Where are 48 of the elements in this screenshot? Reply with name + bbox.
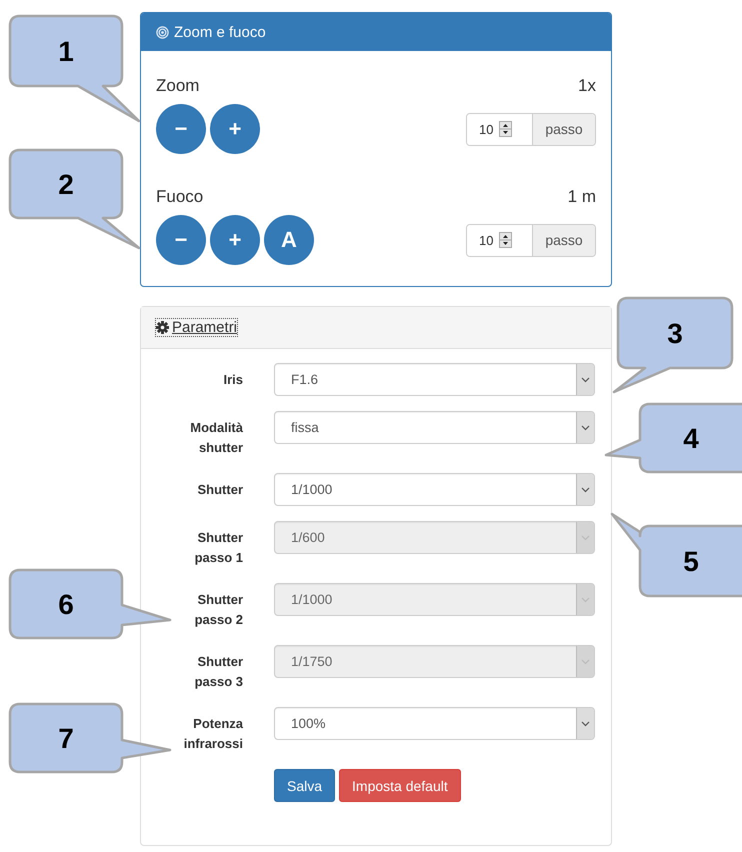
callout-number: 5 [683, 546, 699, 577]
control-reading: 1x [578, 75, 596, 97]
control-label: Fuoco [156, 186, 204, 208]
reset-button[interactable]: Imposta default [339, 769, 461, 802]
round-button[interactable]: + [210, 104, 260, 154]
dropdown[interactable]: 1/1000 [274, 473, 595, 506]
round-button[interactable]: − [156, 215, 206, 265]
control-label: Zoom [156, 75, 200, 97]
dropdown[interactable]: 100% [274, 707, 595, 740]
round-button[interactable]: A [264, 215, 314, 265]
field-label: Iris [222, 371, 243, 389]
chevron-down-icon [581, 596, 590, 602]
chevron-down-icon [581, 658, 590, 664]
step-input[interactable]: 10 passo [466, 224, 596, 256]
dropdown[interactable]: fissa [274, 411, 595, 444]
control-reading: 1 m [568, 186, 596, 208]
spinner-icon [499, 121, 512, 137]
step-addon: passo [532, 224, 595, 256]
callout-number: 3 [667, 318, 683, 349]
chevron-down-icon [581, 534, 590, 540]
chevron-down-icon [581, 376, 590, 382]
panel-title-link[interactable]: Parametri [156, 319, 238, 336]
step-value: 10 [479, 122, 494, 136]
callout-number: 7 [58, 723, 74, 754]
round-button[interactable]: − [156, 104, 206, 154]
callout-number: 2 [58, 169, 74, 200]
chevron-down-icon [581, 720, 590, 726]
callout-number: 1 [58, 36, 74, 67]
panel-title: Zoom e fuoco [174, 24, 266, 40]
step-addon: passo [532, 114, 595, 144]
target-icon [156, 26, 169, 38]
callout-number: 4 [683, 423, 699, 454]
round-button[interactable]: + [210, 215, 260, 265]
save-button[interactable]: Salva [274, 769, 336, 802]
field-label: Shutter passo 3 [194, 653, 243, 691]
step-value: 10 [479, 232, 494, 248]
step-input[interactable]: 10 passo [466, 112, 596, 146]
field-label: Shutter passo 2 [194, 591, 243, 629]
field-label: Potenza infrarossi [182, 715, 243, 753]
field-label: Shutter [196, 481, 243, 499]
chevron-down-icon [581, 424, 590, 430]
field-label: Shutter passo 1 [194, 529, 243, 567]
spinner-icon [499, 232, 512, 248]
field-label: Modalità shutter [189, 419, 243, 457]
dropdown[interactable]: F1.6 [274, 363, 595, 396]
callout-number: 6 [58, 589, 74, 620]
chevron-down-icon [581, 486, 590, 492]
gear-icon [156, 321, 169, 334]
